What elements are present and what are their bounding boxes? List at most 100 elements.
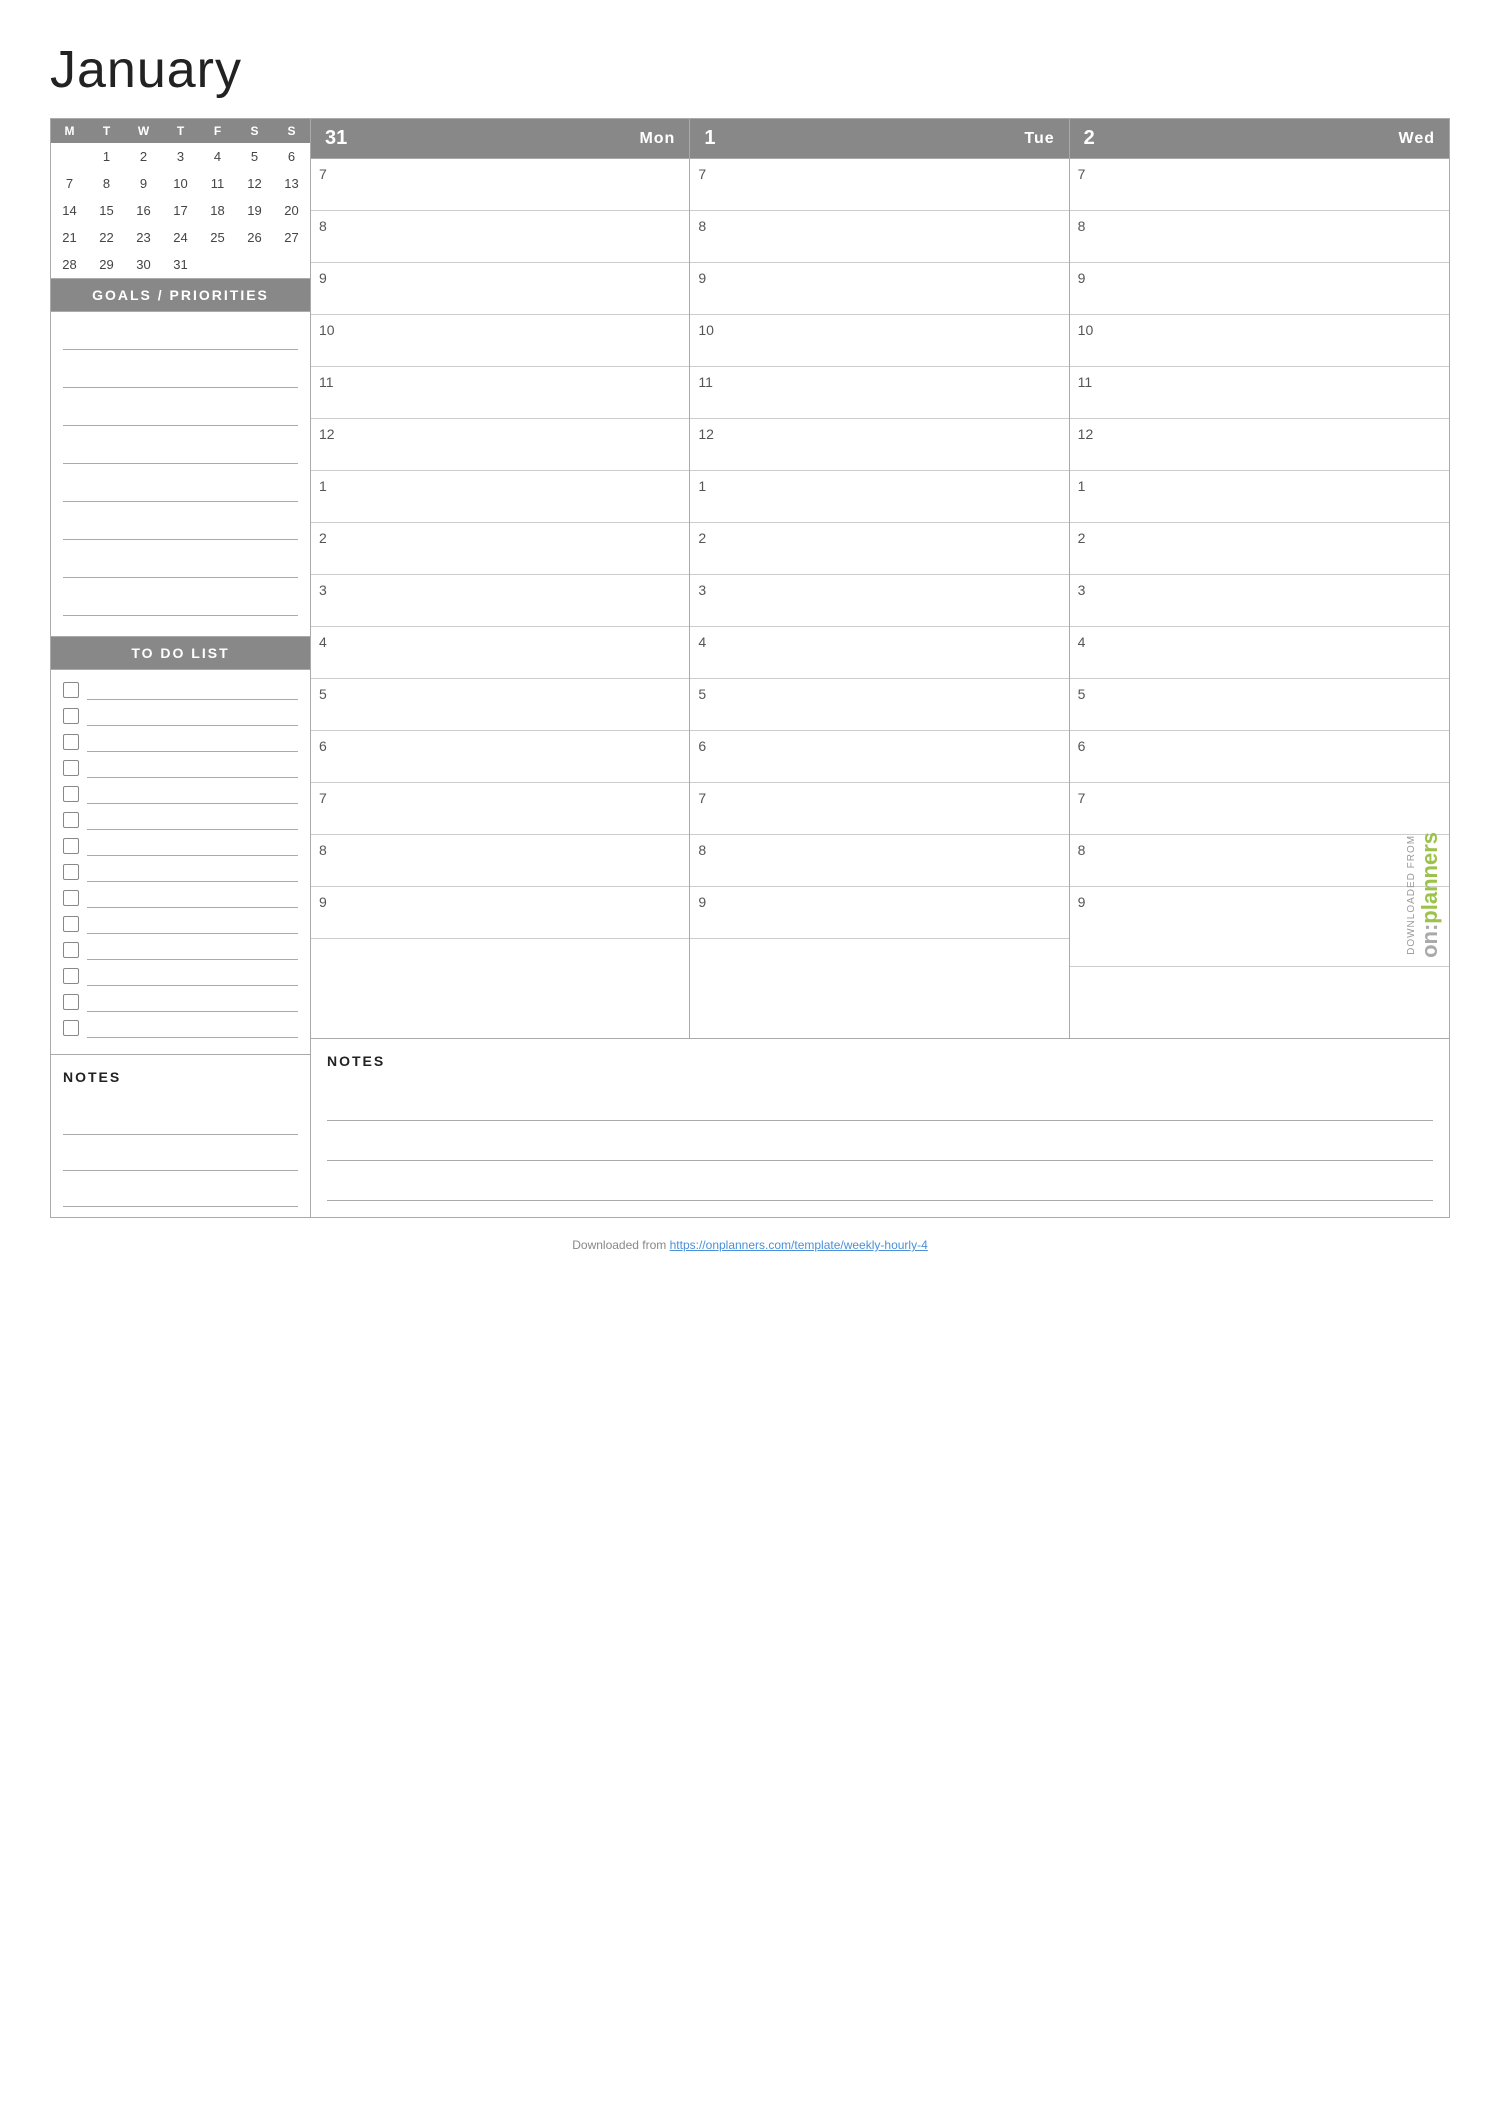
todo-checkbox-2[interactable] — [63, 708, 79, 724]
hour-row-3-8pm[interactable]: 8 — [1070, 835, 1449, 887]
todo-checkbox-14[interactable] — [63, 1020, 79, 1036]
cal-day-empty4 — [273, 251, 310, 278]
todo-line-1[interactable] — [87, 680, 298, 700]
todo-checkbox-7[interactable] — [63, 838, 79, 854]
hour-row-3-9[interactable]: 9 — [1070, 263, 1449, 315]
hour-row-1-9[interactable]: 9 — [311, 263, 689, 315]
todo-line-13[interactable] — [87, 992, 298, 1012]
todo-line-4[interactable] — [87, 758, 298, 778]
hour-row-3-8[interactable]: 8 — [1070, 211, 1449, 263]
hour-row-1-8[interactable]: 8 — [311, 211, 689, 263]
todo-line-2[interactable] — [87, 706, 298, 726]
hour-label-2-7pm: 7 — [698, 789, 720, 806]
hour-row-3-11[interactable]: 11 — [1070, 367, 1449, 419]
hour-row-2-3[interactable]: 3 — [690, 575, 1068, 627]
hour-row-2-8[interactable]: 8 — [690, 211, 1068, 263]
hour-row-1-1[interactable]: 1 — [311, 471, 689, 523]
todo-checkbox-13[interactable] — [63, 994, 79, 1010]
hour-label-1-3: 3 — [319, 581, 341, 598]
hour-row-1-6[interactable]: 6 — [311, 731, 689, 783]
todo-line-11[interactable] — [87, 940, 298, 960]
hour-row-1-3[interactable]: 3 — [311, 575, 689, 627]
brand-downloaded-text: DOWNLOADED FROM — [1406, 835, 1417, 955]
hour-row-3-6[interactable]: 6 — [1070, 731, 1449, 783]
hour-row-2-8pm[interactable]: 8 — [690, 835, 1068, 887]
hour-row-3-1[interactable]: 1 — [1070, 471, 1449, 523]
hour-row-2-7[interactable]: 7 — [690, 159, 1068, 211]
goal-line-1[interactable] — [63, 322, 298, 350]
goal-line-8[interactable] — [63, 588, 298, 616]
hour-row-1-9pm[interactable]: 9 — [311, 887, 689, 939]
hour-row-3-12[interactable]: 12 — [1070, 419, 1449, 471]
hour-row-2-11[interactable]: 11 — [690, 367, 1068, 419]
hour-label-1-8: 8 — [319, 217, 341, 234]
hour-row-3-2[interactable]: 2 — [1070, 523, 1449, 575]
todo-checkbox-6[interactable] — [63, 812, 79, 828]
hour-row-2-2[interactable]: 2 — [690, 523, 1068, 575]
hour-row-3-7[interactable]: 7 — [1070, 159, 1449, 211]
todo-checkbox-9[interactable] — [63, 890, 79, 906]
hour-label-2-12: 12 — [698, 425, 720, 442]
goal-line-7[interactable] — [63, 550, 298, 578]
todo-checkbox-3[interactable] — [63, 734, 79, 750]
hour-row-2-5[interactable]: 5 — [690, 679, 1068, 731]
hour-row-1-12[interactable]: 12 — [311, 419, 689, 471]
hour-row-2-12[interactable]: 12 — [690, 419, 1068, 471]
goal-line-4[interactable] — [63, 436, 298, 464]
cal-day-24: 24 — [162, 224, 199, 251]
todo-line-6[interactable] — [87, 810, 298, 830]
todo-line-7[interactable] — [87, 836, 298, 856]
todo-line-9[interactable] — [87, 888, 298, 908]
todo-line-14[interactable] — [87, 1018, 298, 1038]
goal-line-3[interactable] — [63, 398, 298, 426]
hour-row-1-2[interactable]: 2 — [311, 523, 689, 575]
hour-row-1-7pm[interactable]: 7 — [311, 783, 689, 835]
hour-row-3-3[interactable]: 3 — [1070, 575, 1449, 627]
hour-row-1-5[interactable]: 5 — [311, 679, 689, 731]
sidebar-note-line-3[interactable] — [63, 1171, 298, 1207]
bottom-note-line-3[interactable] — [327, 1161, 1433, 1201]
sidebar-note-line-2[interactable] — [63, 1135, 298, 1171]
hour-row-2-6[interactable]: 6 — [690, 731, 1068, 783]
todo-line-5[interactable] — [87, 784, 298, 804]
goal-line-5[interactable] — [63, 474, 298, 502]
hour-row-3-10[interactable]: 10 — [1070, 315, 1449, 367]
bottom-note-line-2[interactable] — [327, 1121, 1433, 1161]
hour-row-1-10[interactable]: 10 — [311, 315, 689, 367]
todo-checkbox-8[interactable] — [63, 864, 79, 880]
todo-checkbox-4[interactable] — [63, 760, 79, 776]
todo-line-12[interactable] — [87, 966, 298, 986]
todo-line-3[interactable] — [87, 732, 298, 752]
hour-row-2-4[interactable]: 4 — [690, 627, 1068, 679]
hour-row-3-9pm[interactable]: 9 DOWNLOADED FROM on:planners — [1070, 887, 1449, 967]
day-header-2: 1 Tue — [690, 119, 1068, 159]
goal-line-6[interactable] — [63, 512, 298, 540]
todo-line-10[interactable] — [87, 914, 298, 934]
hour-row-3-7pm[interactable]: 7 — [1070, 783, 1449, 835]
hour-row-3-5[interactable]: 5 — [1070, 679, 1449, 731]
hour-row-1-8pm[interactable]: 8 — [311, 835, 689, 887]
hour-row-2-9pm[interactable]: 9 — [690, 887, 1068, 939]
hour-row-3-4[interactable]: 4 — [1070, 627, 1449, 679]
cal-day-3: 3 — [162, 143, 199, 170]
todo-checkbox-1[interactable] — [63, 682, 79, 698]
hour-label-2-9pm: 9 — [698, 893, 720, 910]
todo-checkbox-5[interactable] — [63, 786, 79, 802]
hour-row-1-7[interactable]: 7 — [311, 159, 689, 211]
hour-row-2-10[interactable]: 10 — [690, 315, 1068, 367]
todo-checkbox-12[interactable] — [63, 968, 79, 984]
sidebar-note-line-1[interactable] — [63, 1099, 298, 1135]
hour-row-2-9[interactable]: 9 — [690, 263, 1068, 315]
goal-line-2[interactable] — [63, 360, 298, 388]
footer-link[interactable]: https://onplanners.com/template/weekly-h… — [670, 1238, 928, 1252]
sidebar-notes-label: NOTES — [63, 1069, 298, 1085]
hour-row-2-1[interactable]: 1 — [690, 471, 1068, 523]
cal-day-10: 10 — [162, 170, 199, 197]
hour-row-1-11[interactable]: 11 — [311, 367, 689, 419]
todo-line-8[interactable] — [87, 862, 298, 882]
bottom-note-line-1[interactable] — [327, 1081, 1433, 1121]
todo-checkbox-11[interactable] — [63, 942, 79, 958]
hour-row-2-7pm[interactable]: 7 — [690, 783, 1068, 835]
hour-row-1-4[interactable]: 4 — [311, 627, 689, 679]
todo-checkbox-10[interactable] — [63, 916, 79, 932]
